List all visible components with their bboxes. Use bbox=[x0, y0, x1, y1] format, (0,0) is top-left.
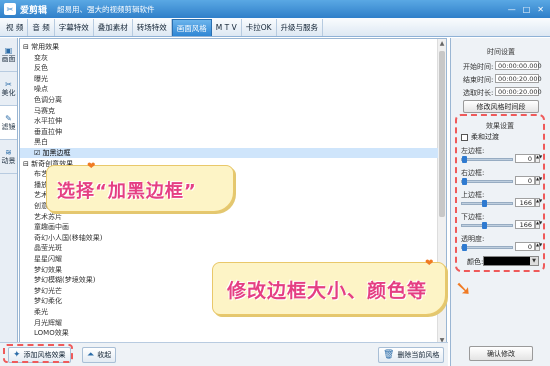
trash-icon: 🗑 bbox=[383, 350, 395, 360]
list-item[interactable]: ☑ 加黑边框 bbox=[20, 148, 438, 158]
list-item[interactable]: 童趣画中画 bbox=[20, 222, 438, 232]
heart-icon: ❤ bbox=[87, 161, 96, 172]
duration-field[interactable]: 00:00:20.000 bbox=[495, 87, 542, 96]
scroll-up-icon[interactable]: ▲ bbox=[438, 39, 446, 47]
list-item[interactable]: 水平拉伸 bbox=[20, 116, 438, 126]
main-tab-bar: 视 频 音 频 字幕特效 叠加素材 转场特效 画面风格 M T V 卡拉OK 升… bbox=[0, 18, 550, 37]
tab-karaoke[interactable]: 卡拉OK bbox=[242, 19, 277, 36]
left-border-value[interactable]: 0 bbox=[515, 154, 535, 163]
list-item[interactable]: 马赛克 bbox=[20, 106, 438, 116]
list-item[interactable]: 反色 bbox=[20, 63, 438, 73]
heart-icon: ❤ bbox=[425, 258, 434, 269]
check-icon: ☑ bbox=[34, 149, 43, 157]
top-border-spin[interactable]: ▲▼ bbox=[535, 198, 542, 207]
close-button[interactable]: ✕ bbox=[537, 5, 544, 14]
start-time-field[interactable]: 00:00:00.000 bbox=[495, 61, 542, 70]
end-time-field[interactable]: 00:00:20.000 bbox=[495, 74, 542, 83]
effect-settings-box: 效果设置 柔和过渡 左边框: 0 ▲▼ 右边框: 0 ▲▼ 上边框: 166 ▲… bbox=[455, 114, 545, 272]
list-item[interactable]: 月光辉耀 bbox=[20, 318, 438, 328]
sidebar-tab-picture[interactable]: ▣ 画面 bbox=[0, 38, 17, 72]
maximize-button[interactable]: □ bbox=[523, 5, 531, 14]
list-item[interactable]: 色调分离 bbox=[20, 95, 438, 105]
left-border-spin[interactable]: ▲▼ bbox=[535, 154, 542, 163]
left-border-slider[interactable] bbox=[461, 156, 513, 163]
list-item[interactable]: 垂直拉伸 bbox=[20, 127, 438, 137]
list-item[interactable]: 变灰 bbox=[20, 53, 438, 63]
collapse-icon: ⊟ bbox=[23, 43, 32, 51]
bottom-border-slider[interactable] bbox=[461, 222, 513, 229]
list-item[interactable]: 奇幻小人国(移轴效果) bbox=[20, 233, 438, 243]
sidebar-tab-beautify[interactable]: ✂ 美化 bbox=[0, 72, 17, 106]
motion-icon: ≋ bbox=[5, 147, 12, 157]
list-item[interactable]: 曝光 bbox=[20, 74, 438, 84]
tab-mtv[interactable]: M T V bbox=[212, 19, 242, 36]
collapse-button[interactable]: ⏶ 收起 bbox=[82, 347, 117, 363]
opacity-spin[interactable]: ▲▼ bbox=[535, 242, 542, 251]
fade-checkbox[interactable]: 柔和过渡 bbox=[461, 132, 499, 142]
effect-settings-title: 效果设置 bbox=[486, 122, 514, 130]
style-category-sidebar: ▣ 画面 ✂ 美化 ✎ 滤镜 ≋ 动景 bbox=[0, 38, 18, 352]
delete-style-button[interactable]: 🗑 删除当前风格 bbox=[378, 347, 445, 363]
title-bar: ✂ 爱剪辑 超易用、强大的视频剪辑软件 — □ ✕ bbox=[0, 0, 550, 18]
highlight-add-button bbox=[3, 344, 73, 363]
app-slogan: 超易用、强大的视频剪辑软件 bbox=[57, 4, 155, 14]
sidebar-tab-motion[interactable]: ≋ 动景 bbox=[0, 140, 17, 174]
tab-audio[interactable]: 音 频 bbox=[28, 19, 55, 36]
opacity-value[interactable]: 0 bbox=[515, 242, 535, 251]
bottom-border-value[interactable]: 166 bbox=[515, 220, 535, 229]
list-item[interactable]: 噪点 bbox=[20, 84, 438, 94]
top-border-value[interactable]: 166 bbox=[515, 198, 535, 207]
list-item[interactable]: LOMO效果 bbox=[20, 328, 438, 338]
opacity-slider[interactable] bbox=[461, 244, 513, 251]
arrow-icon: ➘ bbox=[455, 276, 472, 300]
right-border-spin[interactable]: ▲▼ bbox=[535, 176, 542, 185]
collapse-icon: ⏶ bbox=[87, 350, 95, 360]
collapse-icon: ⊟ bbox=[23, 159, 32, 168]
confirm-button[interactable]: 确认修改 bbox=[469, 346, 533, 361]
chevron-down-icon[interactable]: ▼ bbox=[530, 257, 538, 265]
app-logo-icon: ✂ bbox=[4, 3, 16, 15]
tab-subtitle-effects[interactable]: 字幕特效 bbox=[55, 19, 94, 36]
tab-video[interactable]: 视 频 bbox=[2, 19, 29, 36]
callout-modify-border: ❤ 修改边框大小、颜色等 bbox=[212, 258, 446, 315]
list-item[interactable]: 艺术苏片 bbox=[20, 212, 438, 222]
list-item[interactable]: 晶莹光斑 bbox=[20, 243, 438, 253]
picture-icon: ▣ bbox=[4, 45, 13, 55]
list-group-header[interactable]: ⊟ 常用效果 bbox=[20, 42, 438, 52]
top-border-slider[interactable] bbox=[461, 200, 513, 207]
tab-picture-style[interactable]: 画面风格 bbox=[171, 19, 212, 36]
tab-transitions[interactable]: 转场特效 bbox=[133, 19, 172, 36]
scroll-thumb[interactable] bbox=[439, 51, 445, 217]
border-color-picker[interactable]: ▼ bbox=[483, 256, 539, 266]
adjust-time-button[interactable]: 修改风格时间段 bbox=[463, 100, 539, 113]
sidebar-tab-filter[interactable]: ✎ 滤镜 bbox=[0, 106, 17, 140]
bottom-border-spin[interactable]: ▲▼ bbox=[535, 220, 542, 229]
callout-select-black-border: ❤ 选择“加黑边框” bbox=[46, 161, 234, 212]
list-item[interactable]: 黑白 bbox=[20, 137, 438, 147]
right-border-value[interactable]: 0 bbox=[515, 176, 535, 185]
tab-upgrade[interactable]: 升级与服务 bbox=[277, 19, 324, 36]
minimize-button[interactable]: — bbox=[508, 5, 516, 14]
beautify-icon: ✂ bbox=[5, 79, 12, 89]
app-name: 爱剪辑 bbox=[20, 5, 48, 16]
filter-icon: ✎ bbox=[5, 113, 12, 123]
tab-overlay[interactable]: 叠加素材 bbox=[94, 19, 133, 36]
right-border-slider[interactable] bbox=[461, 178, 513, 185]
time-settings-title: 时间设置 bbox=[487, 48, 515, 56]
